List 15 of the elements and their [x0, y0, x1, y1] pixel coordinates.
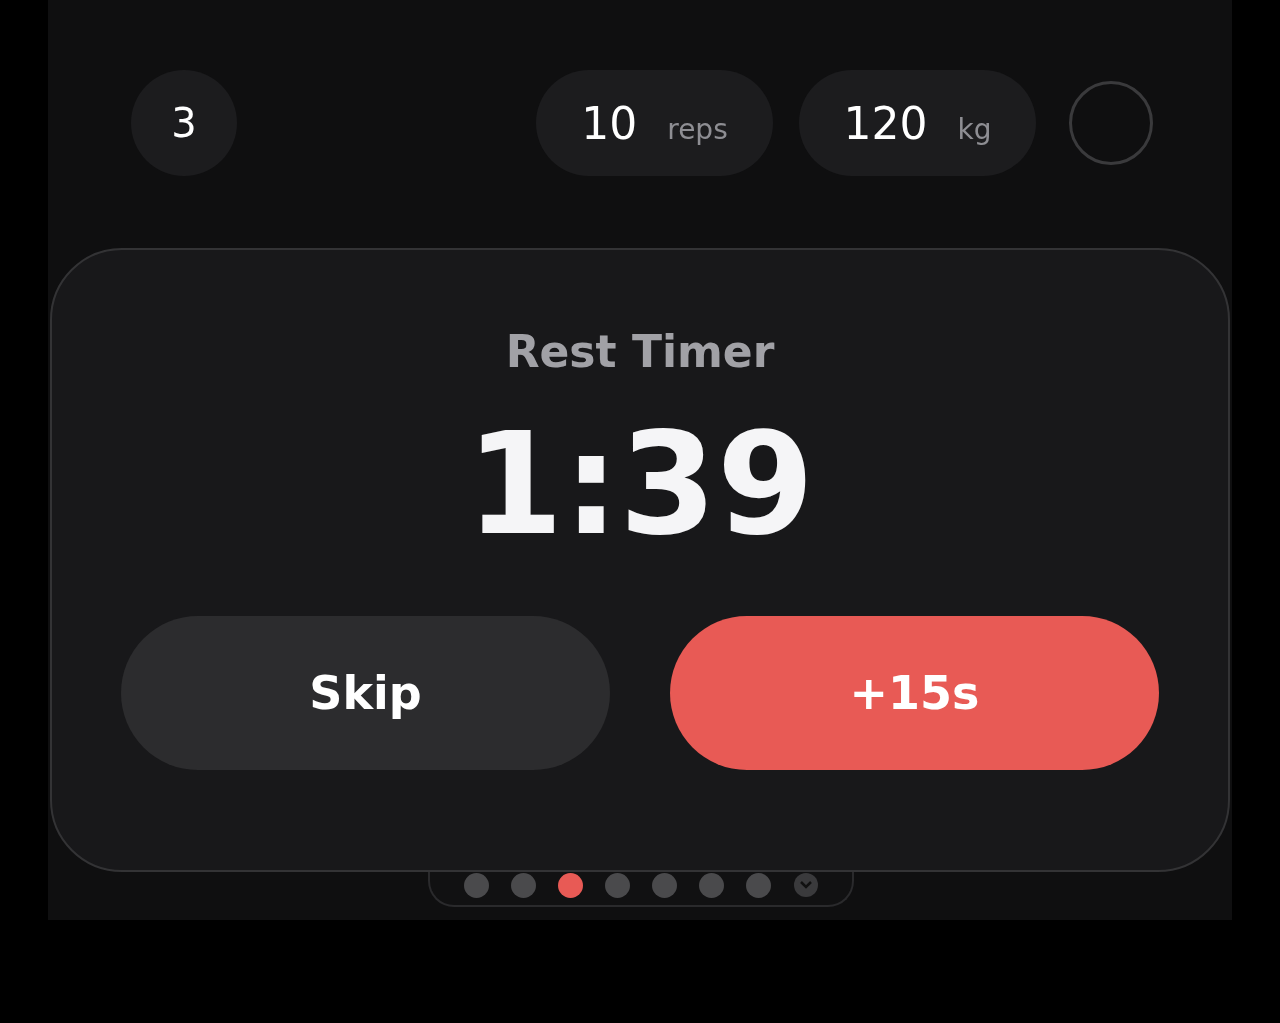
- page-dot[interactable]: [463, 872, 489, 898]
- timer-countdown: 1:39: [465, 402, 815, 568]
- chevron-badge-icon[interactable]: [792, 872, 819, 898]
- page-dot[interactable]: [698, 872, 724, 898]
- page-dot[interactable]: [510, 872, 536, 898]
- page-dot[interactable]: [557, 872, 583, 898]
- weight-field[interactable]: 120 kg: [799, 70, 1036, 176]
- page-dot[interactable]: [651, 872, 677, 898]
- skip-button[interactable]: Skip: [121, 616, 610, 770]
- rest-timer-title: Rest Timer: [505, 326, 775, 378]
- page-dot[interactable]: [745, 872, 771, 898]
- complete-checkbox[interactable]: [1069, 81, 1153, 165]
- page-dot[interactable]: [604, 872, 630, 898]
- reps-field[interactable]: 10 reps: [536, 70, 773, 176]
- set-number: 3: [131, 70, 237, 176]
